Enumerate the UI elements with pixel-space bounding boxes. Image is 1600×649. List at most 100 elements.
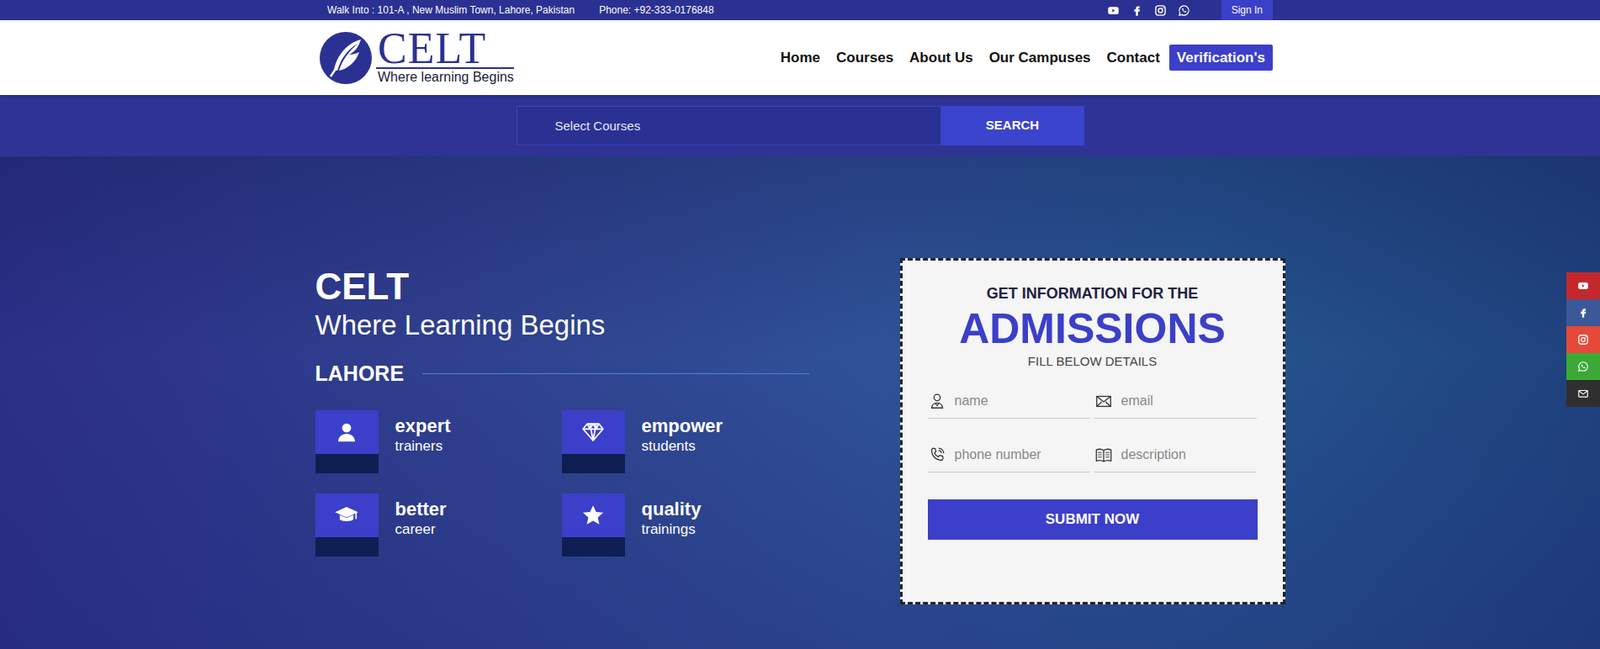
logo[interactable]: CELTWhere learning Begins — [318, 30, 514, 86]
nav-link[interactable]: Courses — [836, 47, 894, 69]
instagram-icon — [1577, 333, 1590, 346]
hero-inner: CELTWhere Learning BeginsLAHOREexperttra… — [315, 156, 1286, 605]
hero-title: CELT — [315, 265, 821, 308]
logo-name: CELT — [376, 30, 514, 69]
email-input[interactable] — [1119, 390, 1257, 413]
phone-number-input[interactable] — [953, 444, 1091, 467]
field-column — [927, 385, 1091, 419]
feature-icon-box — [561, 493, 626, 557]
envelope-icon — [1577, 387, 1590, 400]
sign-in-button[interactable]: Sign In — [1221, 0, 1273, 21]
city-label: LAHORE — [315, 358, 405, 391]
feature-subtitle: trainings — [641, 520, 702, 540]
feature-title: empower — [641, 415, 724, 438]
whatsapp-link[interactable] — [1177, 4, 1191, 17]
header-inner: CELTWhere learning Begins Home Courses Abou… — [327, 20, 1273, 96]
instagram-side-link[interactable] — [1566, 326, 1600, 354]
envelope-side-link[interactable] — [1566, 380, 1600, 408]
feature-icon-top — [561, 493, 626, 538]
youtube-link[interactable] — [1107, 4, 1120, 17]
cap-icon — [333, 503, 360, 529]
city-line — [422, 373, 810, 375]
feature-subtitle: students — [641, 437, 724, 456]
facebook-link[interactable] — [1130, 4, 1144, 17]
nav-link[interactable]: About Us — [909, 47, 974, 69]
top-bar-right: Sign In — [1107, 0, 1273, 21]
hero-subtitle: Where Learning Begins — [315, 307, 821, 344]
form-field — [927, 385, 1091, 419]
logo-text: CELTWhere learning Begins — [376, 30, 514, 86]
feature-icon-box — [315, 493, 379, 557]
feature-item: empowerstudents — [561, 410, 809, 474]
star-icon — [580, 503, 606, 529]
feature-icon-top — [315, 410, 379, 455]
form-fields — [927, 385, 1258, 473]
book-icon — [1094, 445, 1113, 465]
mail-icon — [1094, 392, 1113, 411]
feature-text: qualitytrainings — [641, 498, 702, 540]
facebook-icon — [1130, 4, 1144, 17]
top-bar: Walk Into : 101-A , New Muslim Town, Lah… — [0, 0, 1600, 21]
feature-icon-base — [315, 454, 379, 474]
logo-tagline: Where learning Begins — [376, 68, 514, 86]
nav-link[interactable]: Home — [780, 47, 821, 69]
feature-item: experttrainers — [315, 410, 562, 474]
address-text: Walk Into : 101-A , New Muslim Town, Lah… — [327, 2, 575, 18]
youtube-side-link[interactable] — [1566, 272, 1600, 300]
submit-button[interactable]: SUBMIT NOW — [927, 499, 1258, 541]
feature-text: bettercareer — [395, 498, 447, 540]
feature-text: empowerstudents — [641, 415, 724, 456]
nav-link[interactable]: Contact — [1107, 47, 1161, 69]
feature-icon-box — [561, 410, 626, 474]
name-input[interactable] — [953, 390, 1091, 413]
verification-button[interactable]: Verification's — [1169, 44, 1273, 72]
description-input[interactable] — [1119, 444, 1257, 467]
feature-item: qualitytrainings — [561, 493, 809, 557]
whatsapp-side-link[interactable] — [1566, 353, 1600, 381]
feature-item: bettercareer — [315, 493, 562, 557]
phone-icon — [927, 445, 947, 465]
feather-logo-icon — [318, 31, 373, 85]
form-field — [1094, 385, 1257, 419]
form-field — [927, 439, 1091, 473]
user-icon — [927, 392, 947, 411]
youtube-icon — [1577, 280, 1590, 292]
field-column — [927, 439, 1091, 473]
course-select[interactable] — [516, 105, 942, 146]
form-field — [1094, 439, 1257, 473]
search-button[interactable]: SEARCH — [941, 105, 1085, 146]
search-form: SEARCH — [516, 105, 1085, 146]
top-bar-inner: Walk Into : 101-A , New Muslim Town, Lah… — [327, 0, 1273, 21]
side-social-bar — [1566, 272, 1600, 408]
instagram-link[interactable] — [1154, 4, 1167, 17]
feature-subtitle: career — [395, 520, 447, 540]
admission-form: GET INFORMATION FOR THEADMISSIONSFILL BE… — [900, 258, 1286, 605]
nav-link[interactable]: Our Campuses — [989, 47, 1092, 69]
form-subtitle: FILL BELOW DETAILS — [927, 352, 1258, 372]
person-icon — [333, 419, 360, 446]
field-column — [1094, 385, 1257, 419]
feature-icon-top — [561, 410, 626, 455]
facebook-side-link[interactable] — [1566, 299, 1600, 327]
form-title: ADMISSIONS — [927, 305, 1258, 353]
feature-icon-base — [561, 537, 626, 557]
whatsapp-icon — [1577, 360, 1590, 373]
feature-title: expert — [395, 415, 451, 438]
search-band: SEARCH — [0, 95, 1600, 157]
contact-info: Walk Into : 101-A , New Muslim Town, Lah… — [327, 2, 715, 18]
main-nav: Home Courses About Us Our Campuses Contact Ve… — [780, 44, 1273, 72]
hero-text: CELTWhere Learning BeginsLAHOREexperttra… — [315, 156, 821, 605]
form-eyebrow: GET INFORMATION FOR THE — [927, 282, 1258, 306]
hero: CELTWhere Learning BeginsLAHOREexperttra… — [0, 156, 1600, 649]
diamond-icon — [580, 419, 606, 446]
city-row: LAHORE — [315, 343, 821, 391]
whatsapp-icon — [1177, 4, 1191, 17]
header: CELTWhere learning Begins Home Courses Abou… — [0, 20, 1600, 96]
feature-icon-base — [315, 537, 379, 557]
feature-icon-top — [315, 493, 379, 538]
feature-text: experttrainers — [395, 415, 451, 456]
facebook-icon — [1577, 307, 1590, 319]
phone-text: Phone: +92-333-0176848 — [598, 2, 714, 18]
feature-icon-box — [315, 410, 379, 474]
feature-icon-base — [561, 454, 626, 474]
